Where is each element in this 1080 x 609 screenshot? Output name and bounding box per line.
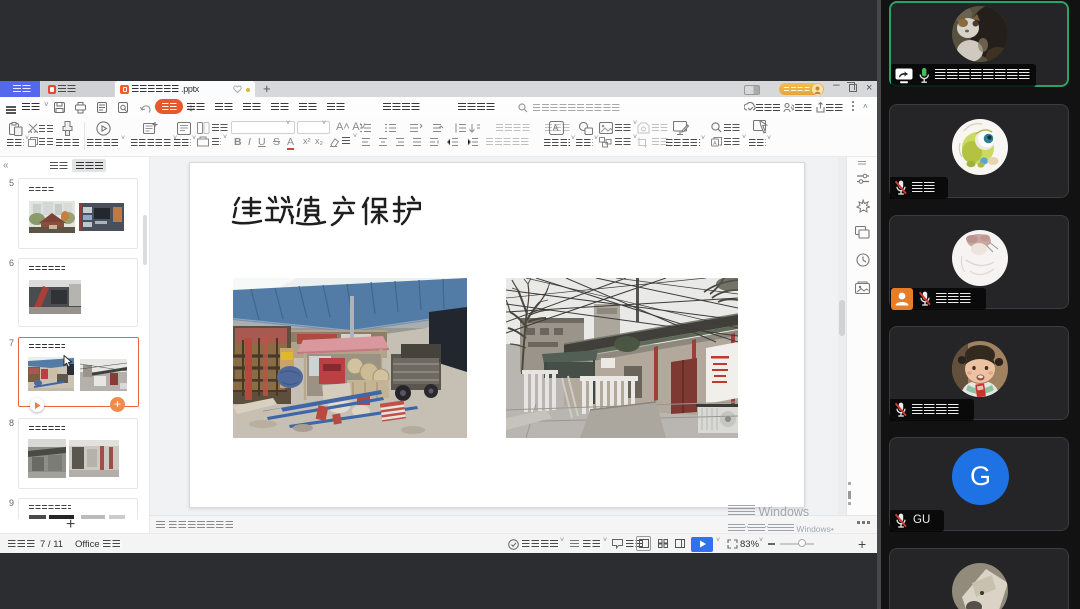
svg-text:A: A xyxy=(553,123,559,133)
svg-text:A: A xyxy=(713,141,717,147)
